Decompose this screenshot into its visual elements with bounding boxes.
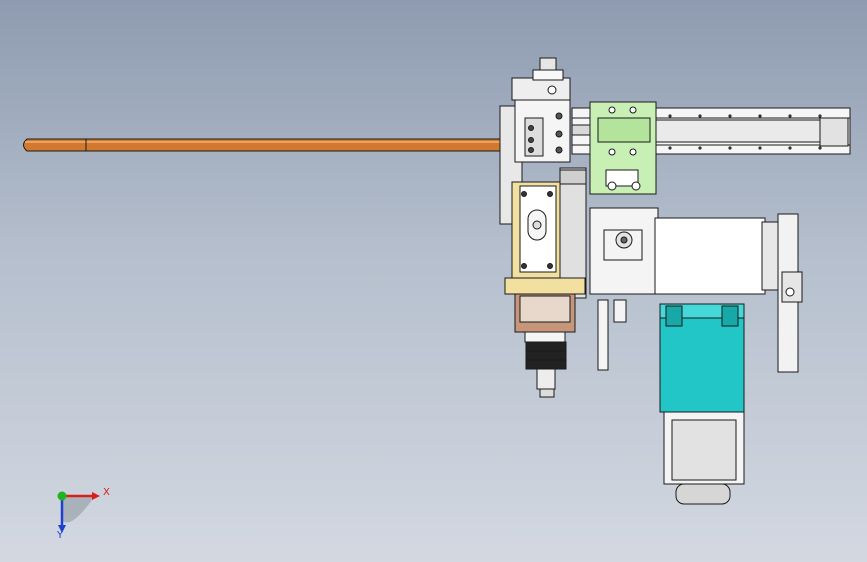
- gearbox[interactable]: [659, 303, 745, 413]
- drive-motor[interactable]: [663, 411, 745, 505]
- axis-triad: [57, 491, 100, 533]
- guide-pin[interactable]: [597, 299, 609, 371]
- cad-viewport[interactable]: X Y: [0, 0, 867, 562]
- mounting-bracket[interactable]: [777, 213, 803, 373]
- axis-x-label: X: [103, 487, 110, 498]
- axis-y-label: Y: [57, 530, 64, 541]
- clamp-block[interactable]: [511, 181, 561, 281]
- clamp-base[interactable]: [504, 277, 586, 333]
- slide-carriage[interactable]: [589, 101, 657, 195]
- vertical-carriage[interactable]: [511, 57, 571, 163]
- servo-motor[interactable]: [589, 207, 781, 295]
- cad-model[interactable]: [0, 0, 867, 562]
- spindle[interactable]: [524, 331, 567, 398]
- copper-rod[interactable]: [23, 138, 506, 152]
